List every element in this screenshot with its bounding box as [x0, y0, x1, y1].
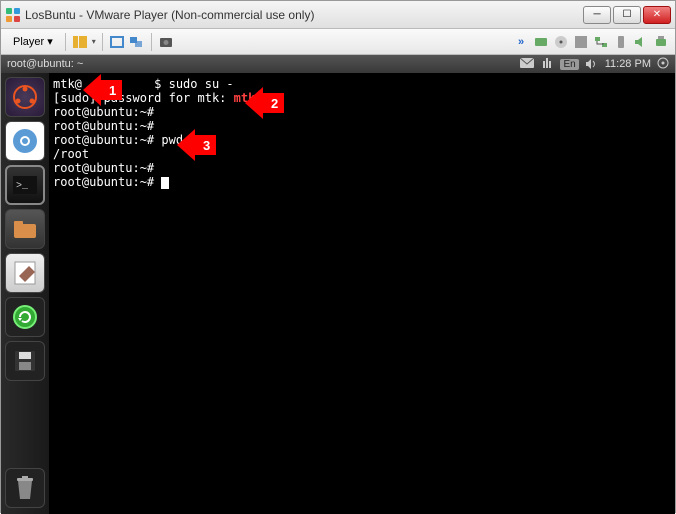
- floppy-icon[interactable]: [573, 34, 589, 50]
- snapshot-icon[interactable]: [158, 34, 174, 50]
- software-updater-launcher[interactable]: [5, 297, 45, 337]
- disk-icon[interactable]: [533, 34, 549, 50]
- term-line-7: root@ubuntu:~#: [53, 161, 154, 175]
- terminal-launcher[interactable]: >_: [5, 165, 45, 205]
- svg-text:>_: >_: [16, 181, 29, 192]
- maximize-button[interactable]: ☐: [613, 6, 641, 24]
- vmware-toolbar: Player ▾ ▾ »: [1, 29, 675, 55]
- terminal-body[interactable]: mtk@ $ sudo su - [sudo] password for mtk…: [49, 55, 675, 514]
- chevron-down-icon[interactable]: ▾: [92, 37, 96, 46]
- network-status-icon[interactable]: [540, 57, 554, 72]
- term-line-5: root@ubuntu:~# pwd: [53, 133, 183, 147]
- term-line-2a: [sudo] password for mtk:: [53, 91, 234, 105]
- sidebar-toggle-icon[interactable]: [72, 34, 88, 50]
- language-indicator[interactable]: En: [560, 59, 578, 70]
- annotation-label-2: 2: [263, 93, 284, 113]
- annotation-label-1: 1: [101, 80, 122, 100]
- dash-home-button[interactable]: [5, 77, 45, 117]
- terminal-cursor: [161, 177, 169, 189]
- usb-icon[interactable]: [613, 34, 629, 50]
- printer-icon[interactable]: [653, 34, 669, 50]
- text-editor-launcher[interactable]: [5, 253, 45, 293]
- window-title: LosBuntu - VMware Player (Non-commercial…: [25, 8, 583, 22]
- ubuntu-top-panel: root@ubuntu: ~ En 11:28 PM: [1, 55, 675, 73]
- sound-status-icon[interactable]: [585, 58, 599, 70]
- terminal-title: root@ubuntu: ~: [7, 58, 520, 70]
- chevron-down-icon: ▾: [47, 35, 53, 48]
- annotation-arrow-2: 2: [245, 87, 284, 119]
- term-line-1b: $ sudo su -: [154, 77, 233, 91]
- mail-icon[interactable]: [520, 58, 534, 71]
- unity-launcher: >_: [1, 55, 49, 514]
- files-launcher[interactable]: [5, 209, 45, 249]
- term-line-8: root@ubuntu:~#: [53, 175, 161, 189]
- annotation-label-3: 3: [195, 135, 216, 155]
- separator: [65, 33, 66, 51]
- cd-icon[interactable]: [553, 34, 569, 50]
- fullscreen-icon[interactable]: [109, 34, 125, 50]
- sound-icon[interactable]: [633, 34, 649, 50]
- minimize-button[interactable]: ─: [583, 6, 611, 24]
- clock[interactable]: 11:28 PM: [605, 58, 651, 70]
- player-menu-button[interactable]: Player ▾: [7, 33, 59, 50]
- vm-display: root@ubuntu: ~ En 11:28 PM >_: [1, 55, 675, 514]
- gear-icon[interactable]: [657, 57, 669, 72]
- separator: [102, 33, 103, 51]
- player-menu-label: Player: [13, 36, 44, 48]
- annotation-arrow-3: 3: [177, 129, 216, 161]
- chromium-launcher[interactable]: [5, 121, 45, 161]
- separator: [151, 33, 152, 51]
- term-line-6: /root: [53, 147, 89, 161]
- term-line-1a: mtk@: [53, 77, 82, 91]
- window-titlebar: LosBuntu - VMware Player (Non-commercial…: [1, 1, 675, 29]
- vmware-icon: [5, 7, 21, 23]
- close-button[interactable]: ✕: [643, 6, 671, 24]
- annotation-arrow-1: 1: [83, 74, 122, 106]
- term-line-4: root@ubuntu:~#: [53, 119, 154, 133]
- save-launcher[interactable]: [5, 341, 45, 381]
- window-controls: ─ ☐ ✕: [583, 6, 671, 24]
- term-line-3: root@ubuntu:~#: [53, 105, 154, 119]
- trash-launcher[interactable]: [5, 468, 45, 508]
- unity-icon[interactable]: [129, 34, 145, 50]
- status-area: En 11:28 PM: [520, 57, 669, 72]
- arrow-icon[interactable]: »: [513, 34, 529, 50]
- network-icon[interactable]: [593, 34, 609, 50]
